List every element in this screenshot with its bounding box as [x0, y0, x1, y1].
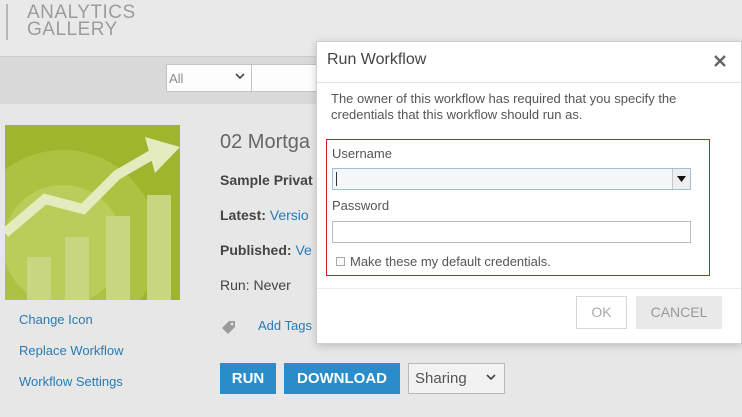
search-input[interactable]: [252, 64, 322, 92]
download-button[interactable]: DOWNLOAD: [284, 363, 400, 394]
latest-version-link[interactable]: Versio: [270, 207, 309, 223]
workflow-owner: Sample Privat: [220, 172, 313, 188]
workflow-side-links: Change Icon Replace Workflow Workflow Se…: [19, 312, 124, 405]
add-tags-link[interactable]: Add Tags: [258, 318, 312, 333]
cancel-button[interactable]: CANCEL: [636, 296, 722, 329]
default-credentials-label: Make these my default credentials.: [350, 254, 551, 269]
close-icon[interactable]: [713, 46, 727, 74]
published-version-line: Published: Ve: [220, 242, 312, 258]
brand-line2: GALLERY: [27, 19, 118, 40]
latest-label: Latest:: [220, 207, 266, 223]
credentials-panel: Username Password Make these my default …: [326, 139, 710, 276]
chevron-down-icon: [486, 364, 496, 393]
workflow-settings-link[interactable]: Workflow Settings: [19, 374, 124, 405]
replace-workflow-link[interactable]: Replace Workflow: [19, 343, 124, 374]
dropdown-arrow-icon[interactable]: [672, 169, 690, 189]
tag-icon: [220, 318, 238, 341]
filter-select[interactable]: All: [166, 64, 252, 92]
brand-logo[interactable]: ANALYTICS GALLERY: [27, 3, 136, 40]
text-cursor: [336, 172, 337, 186]
brand-divider: [6, 4, 8, 40]
default-credentials-option[interactable]: Make these my default credentials.: [336, 254, 551, 269]
password-label: Password: [332, 198, 390, 213]
dialog-divider: [317, 82, 741, 83]
dialog-description: The owner of this workflow has required …: [331, 91, 677, 122]
username-combobox[interactable]: [332, 168, 691, 190]
workflow-title: 02 Mortga: [220, 131, 311, 153]
dialog-footer-divider: [317, 288, 741, 289]
password-field[interactable]: [332, 221, 691, 243]
filter-select-value: All: [169, 71, 184, 86]
run-workflow-dialog: Run Workflow The owner of this workflow …: [316, 41, 742, 344]
ok-button[interactable]: OK: [576, 296, 627, 329]
published-label: Published:: [220, 242, 292, 258]
dialog-title: Run Workflow: [327, 51, 427, 68]
workflow-thumbnail: [5, 125, 180, 300]
sharing-dropdown[interactable]: Sharing: [408, 363, 505, 394]
default-credentials-checkbox[interactable]: [336, 257, 345, 266]
run-button[interactable]: RUN: [220, 363, 276, 394]
owner-name: Sample Privat: [220, 172, 313, 188]
published-version-link[interactable]: Ve: [295, 242, 311, 258]
chevron-down-icon: [235, 70, 245, 84]
sharing-label: Sharing: [415, 370, 467, 387]
change-icon-link[interactable]: Change Icon: [19, 312, 124, 343]
username-label: Username: [332, 146, 392, 161]
run-count: Run: Never: [220, 277, 291, 293]
latest-version-line: Latest: Versio: [220, 207, 309, 223]
